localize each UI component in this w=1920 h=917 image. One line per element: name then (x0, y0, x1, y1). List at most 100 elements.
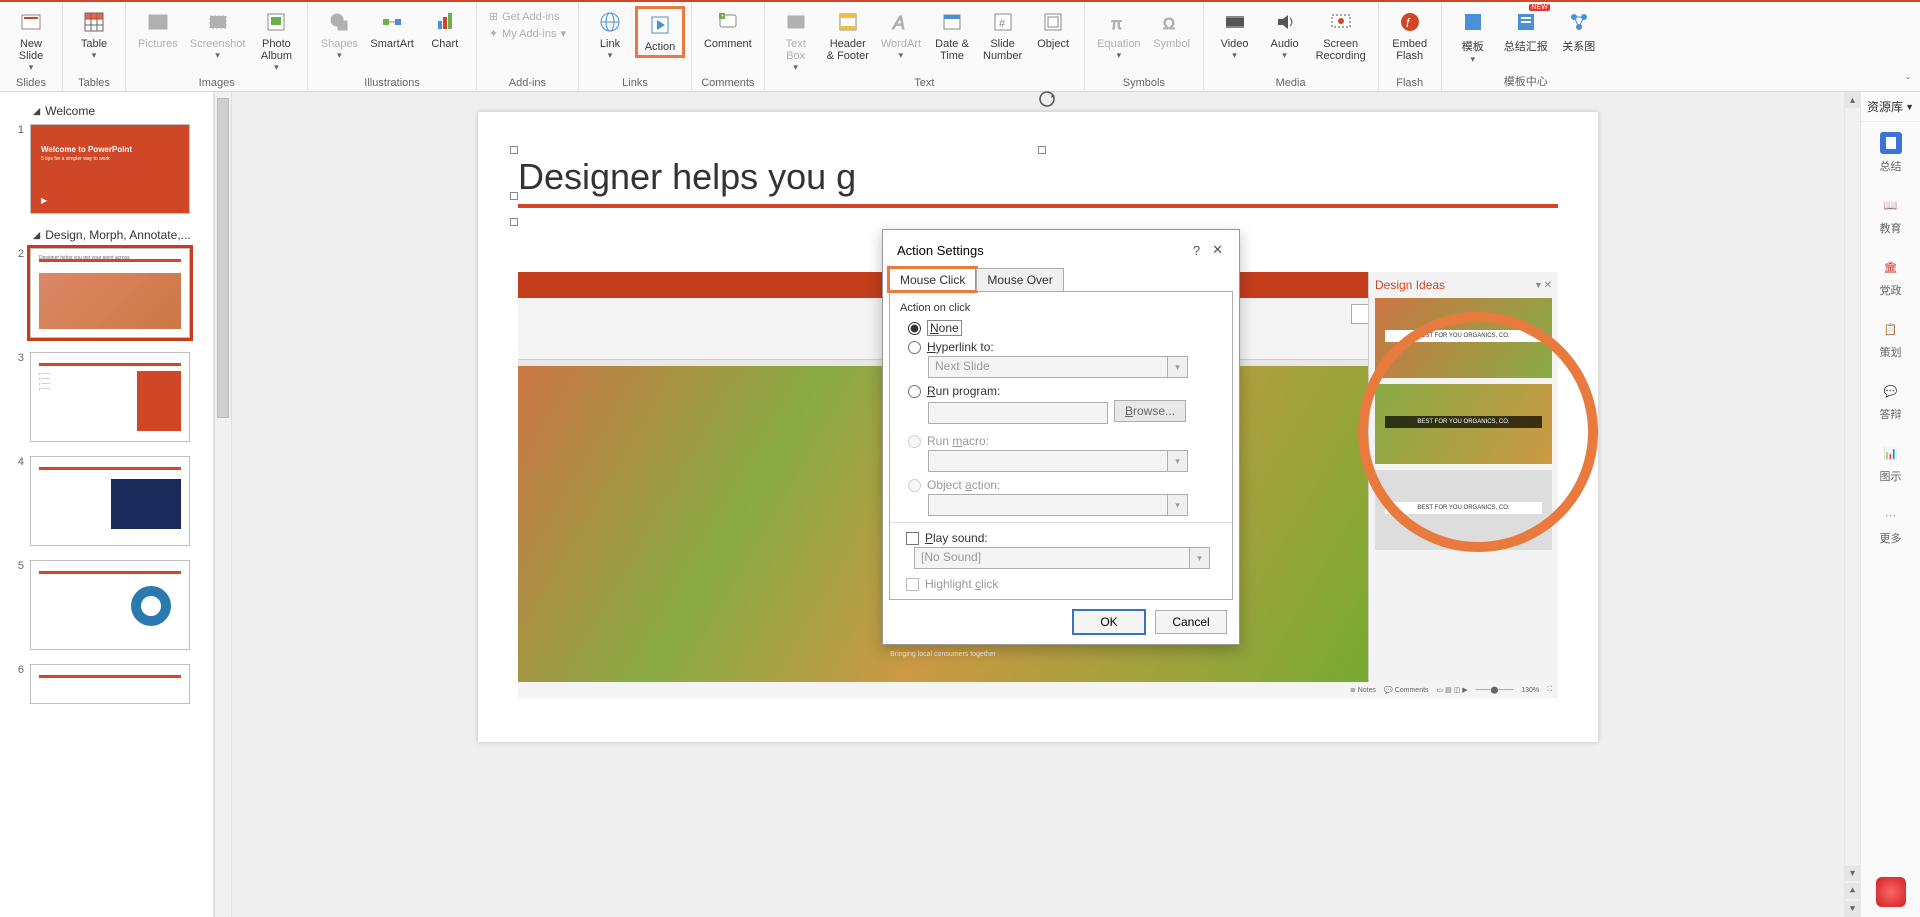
rpane-item-5[interactable]: 📊图示 (1861, 432, 1920, 494)
dialog-help-button[interactable]: ? (1187, 241, 1206, 260)
check-play-sound[interactable]: Play sound: (906, 531, 1222, 545)
dialog-close-button[interactable]: ✕ (1206, 240, 1229, 260)
tab-mouse-over[interactable]: Mouse Over (976, 268, 1063, 291)
selection-handle[interactable] (510, 218, 518, 226)
resource-pane: 资源库▼ 总结 📖教育 🏛党政 📋策划 💬答辩 📊图示 ⋯更多 (1860, 92, 1920, 917)
slide-thumb-2[interactable]: Designer helps you get your point across (30, 248, 190, 338)
label: 总结汇报 (1504, 38, 1548, 54)
summary-button[interactable]: NEW总结汇报 (1498, 6, 1554, 56)
photo-album-button[interactable]: Photo Album▾ (251, 6, 301, 75)
tab-mouse-click[interactable]: Mouse Click (889, 268, 976, 291)
group-label: Text (765, 77, 1084, 89)
audio-icon (1271, 8, 1299, 36)
video-button[interactable]: Video▾ (1210, 6, 1260, 63)
label: Bringing local consumers together (890, 651, 996, 658)
radio-none[interactable]: None (908, 320, 1222, 336)
chart-button[interactable]: Chart (420, 6, 470, 52)
chevron-down-icon[interactable]: ▾ (1167, 357, 1187, 377)
action-button[interactable]: Action (635, 6, 685, 58)
dialog-title: Action Settings (897, 243, 984, 258)
new-slide-button[interactable]: New Slide ▾ (6, 6, 56, 75)
scroll-down-icon[interactable]: ▾ (1845, 865, 1860, 881)
slide-title[interactable]: Designer helps you g (518, 156, 1558, 208)
rpane-item-0[interactable]: 总结 (1861, 122, 1920, 184)
datetime-button[interactable]: Date & Time (927, 6, 977, 64)
rotate-handle-icon[interactable] (1038, 90, 1056, 108)
label: WordArt (881, 38, 921, 50)
group-label: Add-ins (477, 77, 578, 89)
radio-run-program[interactable]: Run program: (908, 384, 1222, 398)
symbol-icon: Ω (1158, 8, 1186, 36)
rpane-item-6[interactable]: ⋯更多 (1861, 494, 1920, 556)
symbol-button[interactable]: ΩSymbol (1147, 6, 1197, 52)
rpane-promo[interactable] (1861, 867, 1920, 917)
sound-combo[interactable]: [No Sound]▾ (914, 547, 1210, 569)
calendar-icon (938, 8, 966, 36)
education-icon: 📖 (1880, 194, 1902, 216)
my-addins-button[interactable]: ✦My Add-ins ▾ (489, 27, 566, 40)
hyperlink-combo[interactable]: Next Slide▾ (928, 356, 1188, 378)
ok-button[interactable]: OK (1073, 610, 1145, 634)
slidenumber-icon: # (989, 8, 1017, 36)
chevron-down-icon[interactable]: ▼ (1905, 102, 1914, 112)
slide-thumb-6[interactable] (30, 664, 190, 704)
object-button[interactable]: Object (1028, 6, 1078, 52)
prev-slide-icon[interactable]: ⯅ (1845, 883, 1860, 899)
chevron-down-icon[interactable]: ▾ (1189, 548, 1209, 568)
browse-button[interactable]: Browse... (1114, 400, 1186, 422)
new-slide-icon (17, 8, 45, 36)
section-welcome[interactable]: ◢Welcome (32, 104, 203, 118)
label: Screen Recording (1316, 38, 1366, 62)
selection-handle[interactable] (510, 146, 518, 154)
new-slide-label: New Slide (19, 38, 43, 62)
slide-thumb-3[interactable]: • ───• ───• ───• ─── (30, 352, 190, 442)
selection-handle[interactable] (1038, 146, 1046, 154)
label: Slide Number (983, 38, 1022, 62)
puzzle-icon: ✦ (489, 27, 498, 40)
rpane-item-3[interactable]: 📋策划 (1861, 308, 1920, 370)
header-footer-button[interactable]: Header & Footer (821, 6, 875, 64)
section-design[interactable]: ◢Design, Morph, Annotate,... (32, 228, 203, 242)
equation-button[interactable]: πEquation▾ (1091, 6, 1146, 63)
diagram-icon: 📊 (1880, 442, 1902, 464)
panel-scrollbar[interactable] (214, 92, 232, 917)
canvas-scrollbar[interactable]: ▴ ▾ ⯅ ⯆ (1844, 92, 1860, 917)
radio-hyperlink[interactable]: Hyperlink to: (908, 340, 1222, 354)
textbox-button[interactable]: AText Box▾ (771, 6, 821, 75)
rpane-item-1[interactable]: 📖教育 (1861, 184, 1920, 246)
audio-button[interactable]: Audio▾ (1260, 6, 1310, 63)
chevron-down-icon: ▾ (29, 62, 34, 73)
rpane-item-4[interactable]: 💬答辩 (1861, 370, 1920, 432)
slide-thumb-5[interactable] (30, 560, 190, 650)
get-addins-button[interactable]: ⊞Get Add-ins (489, 10, 566, 23)
relation-button[interactable]: 关系图 (1554, 6, 1604, 56)
run-program-input[interactable] (928, 402, 1108, 424)
template-button[interactable]: 模板▾ (1448, 6, 1498, 67)
rpane-item-2[interactable]: 🏛党政 (1861, 246, 1920, 308)
slide-thumb-1[interactable]: Welcome to PowerPoint5 tips for a simple… (30, 124, 190, 214)
radio-run-macro: Run macro: (908, 434, 1222, 448)
wordart-button[interactable]: AWordArt▾ (875, 6, 927, 63)
link-button[interactable]: Link▾ (585, 6, 635, 63)
next-slide-icon[interactable]: ⯆ (1845, 901, 1860, 917)
scroll-up-icon[interactable]: ▴ (1845, 92, 1860, 108)
svg-text:π: π (1111, 16, 1122, 33)
smartart-button[interactable]: SmartArt (364, 6, 419, 52)
gov-icon: 🏛 (1880, 256, 1902, 278)
slide-thumb-4[interactable] (30, 456, 190, 546)
screenshot-button[interactable]: Screenshot▾ (184, 6, 252, 63)
embed-flash-button[interactable]: fEmbed Flash (1385, 6, 1435, 64)
slidenumber-button[interactable]: #Slide Number (977, 6, 1028, 64)
label: Chart (431, 38, 458, 50)
comment-button[interactable]: +Comment (698, 6, 758, 52)
shapes-button[interactable]: Shapes▾ (314, 6, 364, 63)
cancel-button[interactable]: Cancel (1155, 610, 1227, 634)
label: Action (645, 41, 676, 53)
table-icon (80, 8, 108, 36)
pictures-button[interactable]: Pictures (132, 6, 184, 52)
chevron-down-icon: ▾ (1167, 451, 1187, 471)
selection-handle[interactable] (510, 192, 518, 200)
ribbon-collapse-button[interactable]: ˇ (1896, 73, 1920, 91)
screen-recording-button[interactable]: Screen Recording (1310, 6, 1372, 64)
table-button[interactable]: Table ▾ (69, 6, 119, 63)
